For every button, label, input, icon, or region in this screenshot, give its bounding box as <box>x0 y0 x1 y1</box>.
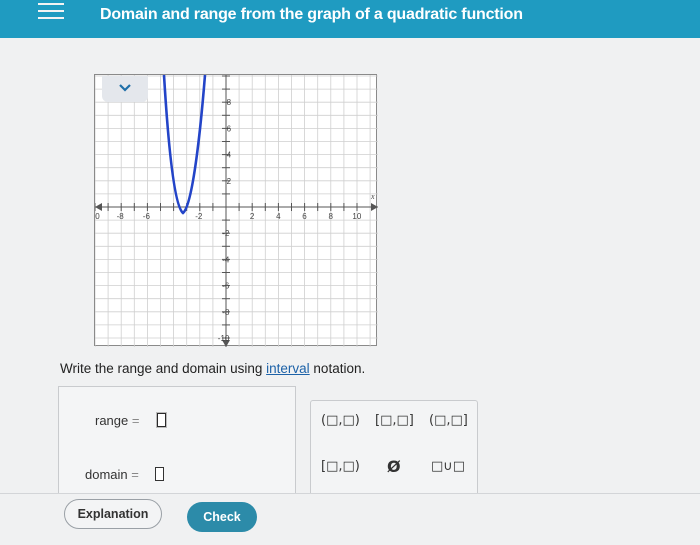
key-open-closed-interval[interactable]: (□,□] <box>429 413 468 428</box>
x-tick-label: 8 <box>329 212 334 221</box>
coordinate-graph: -10 -8 -6 -2 2 4 6 8 10 8 6 4 2 -2 -4 -6 -8 -10 x <box>94 74 378 347</box>
domain-input[interactable] <box>155 467 164 481</box>
main-content: -10 -8 -6 -2 2 4 6 8 10 8 6 4 2 -2 -4 -6 -8 -10 x Write … <box>0 38 700 545</box>
domain-label: domain = <box>85 467 139 482</box>
x-axis-left-arrow-icon <box>95 203 102 211</box>
x-tick-label: 6 <box>302 212 307 221</box>
range-label: range = <box>95 413 140 428</box>
empty-set-icon[interactable]: Ø <box>387 457 401 476</box>
y-tick-label: 2 <box>227 177 232 186</box>
menu-icon[interactable] <box>38 3 64 23</box>
range-input[interactable] <box>157 413 166 427</box>
x-axis-label: x <box>370 192 375 201</box>
instructions: Write the range and domain using interva… <box>60 361 366 376</box>
chevron-down-icon <box>119 84 131 92</box>
y-tick-label: 6 <box>227 124 232 133</box>
x-tick-label: 2 <box>250 212 255 221</box>
y-tick-label: -10 <box>218 334 230 343</box>
x-axis-arrow-icon <box>371 203 378 211</box>
y-tick-label: 4 <box>227 151 232 160</box>
y-tick-label: -6 <box>222 282 230 291</box>
y-tick-label: -2 <box>222 229 230 238</box>
parabola-curve <box>162 75 207 215</box>
x-tick-label: 10 <box>352 212 361 221</box>
interval-link[interactable]: interval <box>266 361 310 376</box>
key-closed-closed-interval[interactable]: [□,□] <box>375 413 414 428</box>
key-union[interactable]: □∪□ <box>431 459 465 474</box>
check-button[interactable]: Check <box>187 502 257 532</box>
y-tick-label: 8 <box>227 98 232 107</box>
y-tick-label: -8 <box>222 308 230 317</box>
page-title: Domain and range from the graph of a qua… <box>100 6 523 23</box>
x-tick-label: -6 <box>143 212 151 221</box>
graph-svg: -10 -8 -6 -2 2 4 6 8 10 8 6 4 2 -2 -4 -6 -8 -10 x <box>95 75 378 347</box>
collapse-graph-button[interactable] <box>102 76 148 102</box>
x-tick-label: 4 <box>276 212 281 221</box>
y-tick-label: -4 <box>222 255 230 264</box>
x-tick-label: -10 <box>95 212 100 221</box>
x-tick-label: -8 <box>117 212 125 221</box>
key-open-open-interval[interactable]: (□,□) <box>321 413 360 428</box>
explanation-button[interactable]: Explanation <box>64 499 162 529</box>
top-bar: Domain and range from the graph of a qua… <box>0 0 700 38</box>
x-tick-label: -2 <box>195 212 203 221</box>
key-closed-open-interval[interactable]: [□,□) <box>321 459 360 474</box>
